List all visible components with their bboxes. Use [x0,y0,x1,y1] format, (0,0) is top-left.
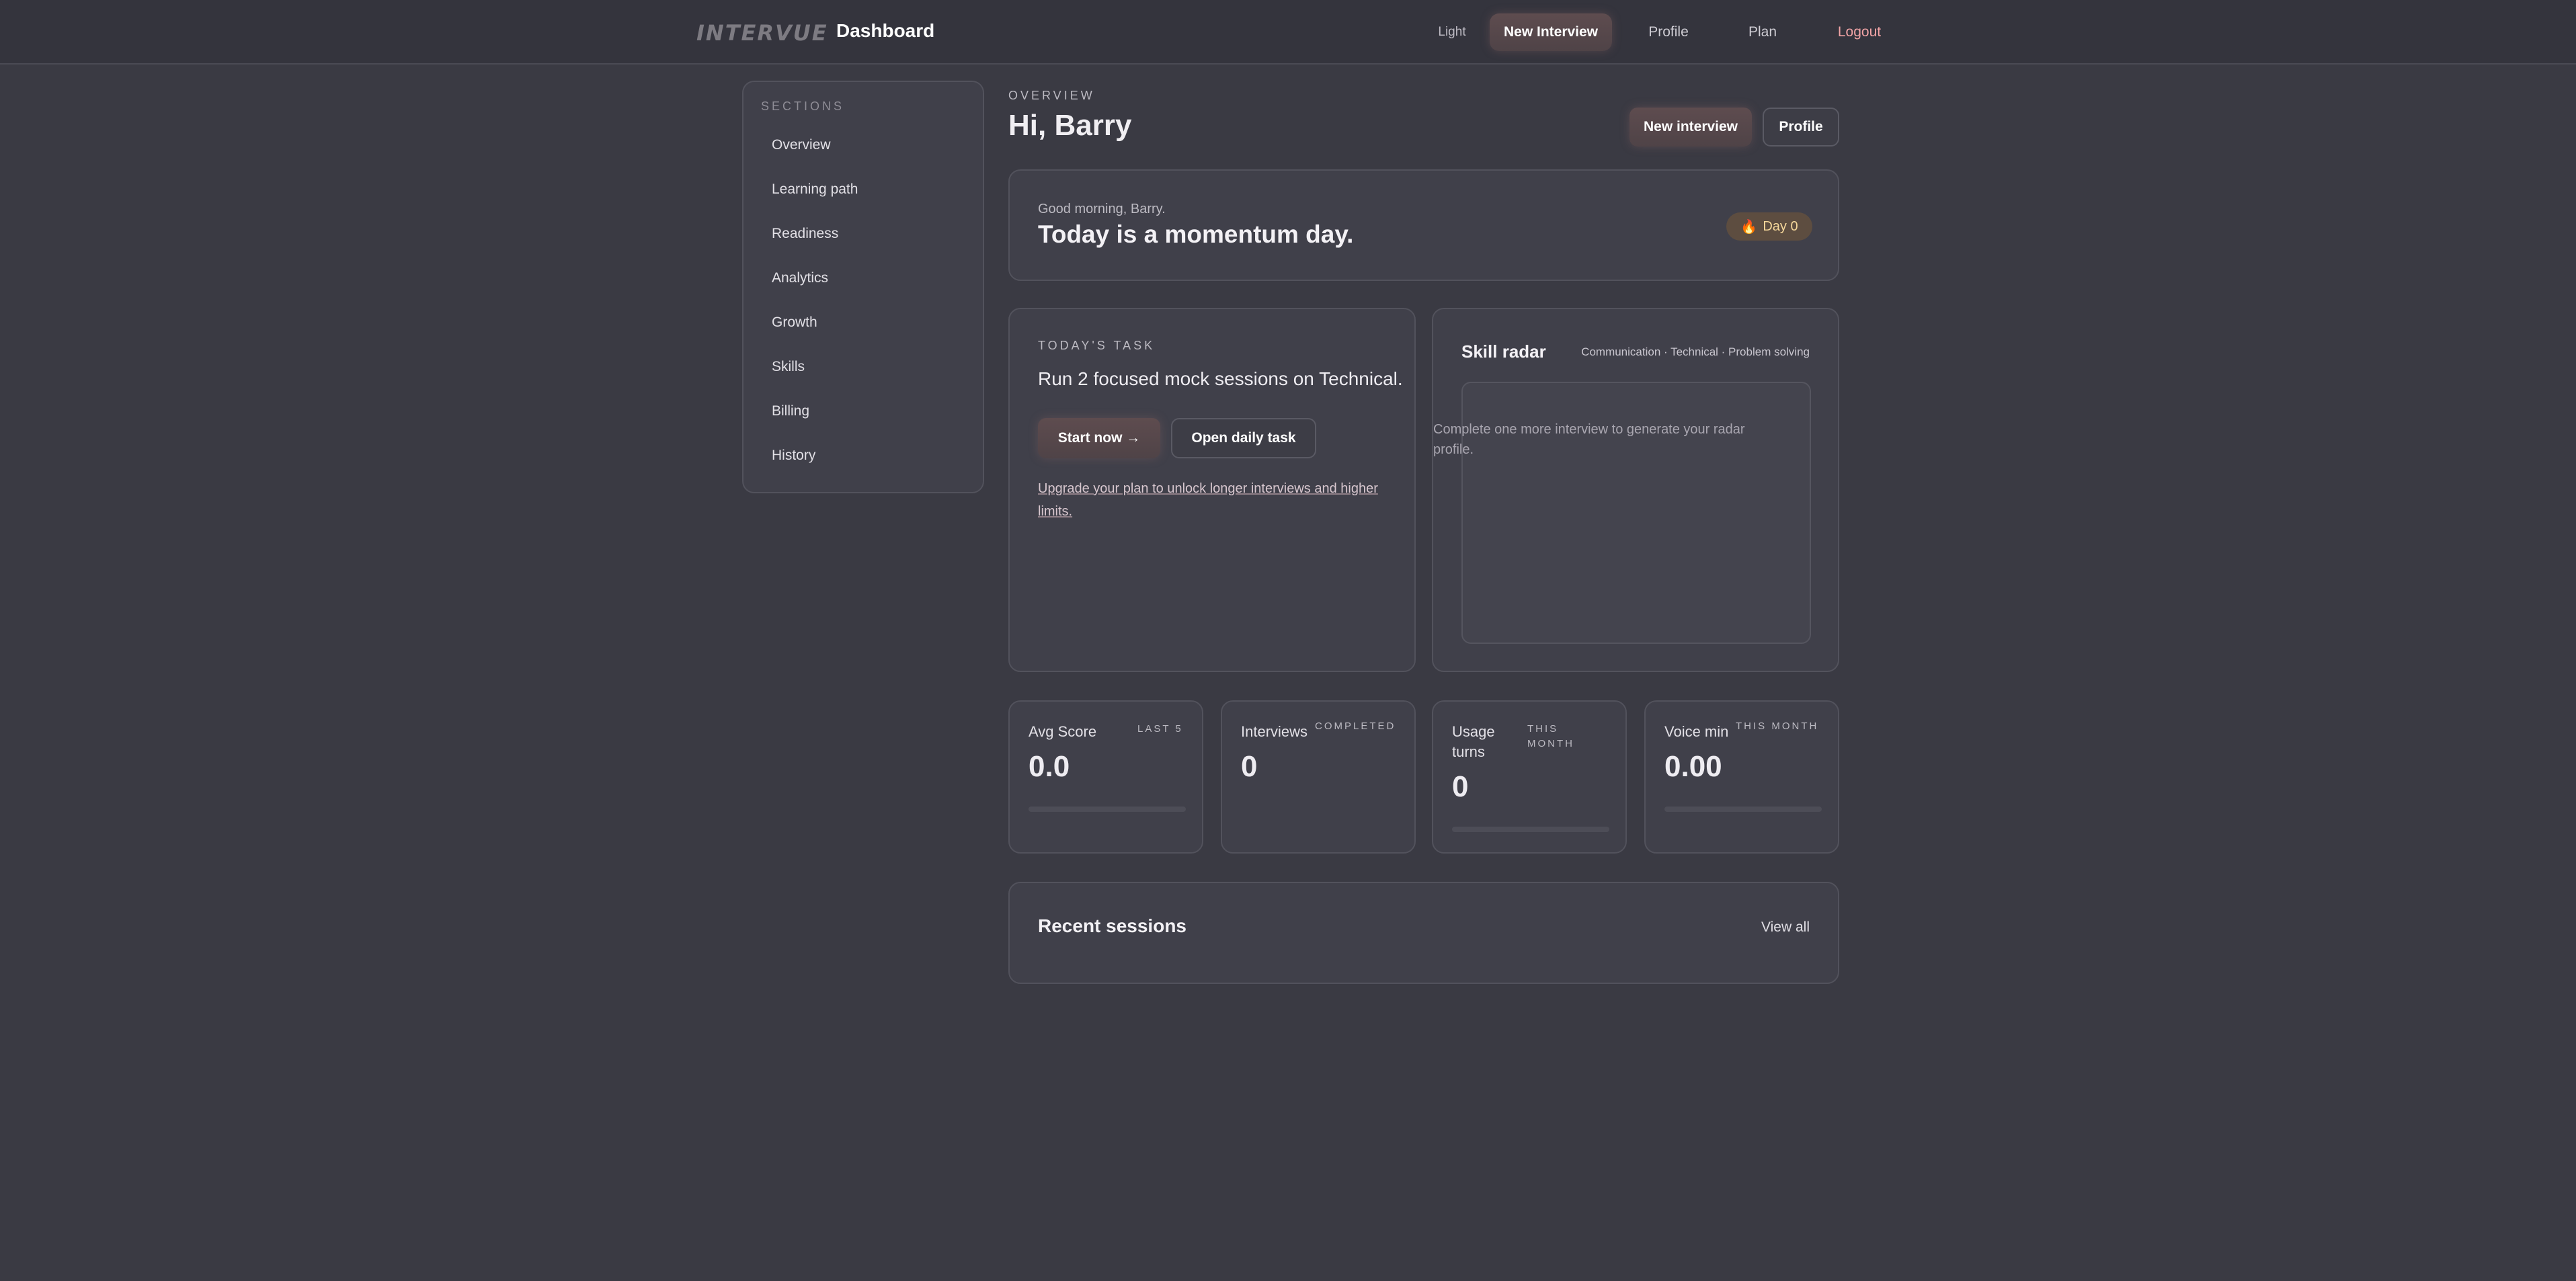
sidebar-heading: SECTIONS [761,99,845,113]
metric-tag: COMPLETED [1315,720,1396,732]
task-description: Run 2 focused mock sessions on Technical… [1038,368,1403,389]
section-eyebrow: OVERVIEW [1008,89,1095,102]
metric-value: 0 [1452,770,1469,803]
sidebar-item-history[interactable]: History [772,448,815,464]
sidebar-item-skills[interactable]: Skills [772,359,805,375]
sidebar-item-readiness[interactable]: Readiness [772,226,838,242]
metric-value: 0.00 [1664,750,1722,783]
metric-interviews: Interviews COMPLETED 0 [1221,700,1416,854]
metric-label: Interviews [1241,723,1308,740]
new-interview-button[interactable]: New interview [1629,108,1752,147]
skill-radar-card: Skill radar Communication · Technical · … [1432,308,1839,672]
upgrade-plan-link[interactable]: Upgrade your plan to unlock longer inter… [1038,477,1394,523]
profile-button[interactable]: Profile [1763,108,1839,147]
metric-tag: THIS MONTH [1527,723,1574,749]
nav-new-interview-button[interactable]: New Interview [1490,13,1612,51]
theme-toggle-button[interactable]: Light [1429,13,1475,51]
metric-value: 0 [1241,750,1258,783]
metric-label: Voice min [1664,723,1729,740]
skill-radar-legend: Communication · Technical · Problem solv… [1581,345,1810,358]
metric-usage-turns: Usage turns THIS MONTH 0 [1432,700,1627,854]
greeting-heading: Hi, Barry [1008,109,1132,142]
sidebar-item-learning-path[interactable]: Learning path [772,181,858,198]
radar-empty-message: Complete one more interview to generate … [1433,422,1745,457]
top-bar: INTERVUE Dashboard Light New Interview P… [0,0,2576,65]
metric-avg-score: Avg Score LAST 5 0.0 [1008,700,1203,854]
open-daily-task-button[interactable]: Open daily task [1171,418,1316,458]
metric-value: 0.0 [1029,750,1070,783]
streak-label: Day 0 [1763,218,1798,234]
sidebar-item-overview[interactable]: Overview [772,137,831,153]
metric-tag: LAST 5 [1137,723,1183,735]
nav-profile-link[interactable]: Profile [1635,13,1702,51]
streak-badge: 🔥 Day 0 [1726,212,1812,241]
metric-progress-bar [1029,807,1186,812]
metric-voice-min: Voice min THIS MONTH 0.00 [1644,700,1839,854]
recent-sessions-title: Recent sessions [1038,915,1186,936]
start-now-button[interactable]: Start now → [1038,418,1160,458]
nav-plan-link[interactable]: Plan [1737,13,1788,51]
metric-label: Usage turns [1452,723,1495,760]
logout-button[interactable]: Logout [1819,13,1900,51]
todays-task-card: TODAY'S TASK Run 2 focused mock sessions… [1008,308,1416,672]
flame-icon: 🔥 [1740,219,1758,235]
task-label: TODAY'S TASK [1038,339,1156,352]
app-logo[interactable]: INTERVUE [696,20,828,46]
greeting-subtext: Good morning, Barry. [1038,202,1166,216]
page-title: Dashboard [836,20,935,41]
momentum-headline: Today is a momentum day. [1038,220,1354,248]
metric-progress-bar [1664,807,1822,812]
sidebar-item-growth[interactable]: Growth [772,315,817,331]
skill-radar-title: Skill radar [1461,341,1546,362]
sidebar: SECTIONS Overview Learning path Readines… [742,81,984,493]
recent-sessions-card: Recent sessions View all [1008,882,1839,984]
metric-label: Avg Score [1029,723,1097,740]
sidebar-item-billing[interactable]: Billing [772,403,809,419]
view-all-link[interactable]: View all [1761,919,1810,936]
sidebar-item-analytics[interactable]: Analytics [772,270,828,286]
momentum-card: Good morning, Barry. Today is a momentum… [1008,169,1839,281]
metric-progress-bar [1452,827,1609,832]
metric-tag: THIS MONTH [1736,720,1819,732]
